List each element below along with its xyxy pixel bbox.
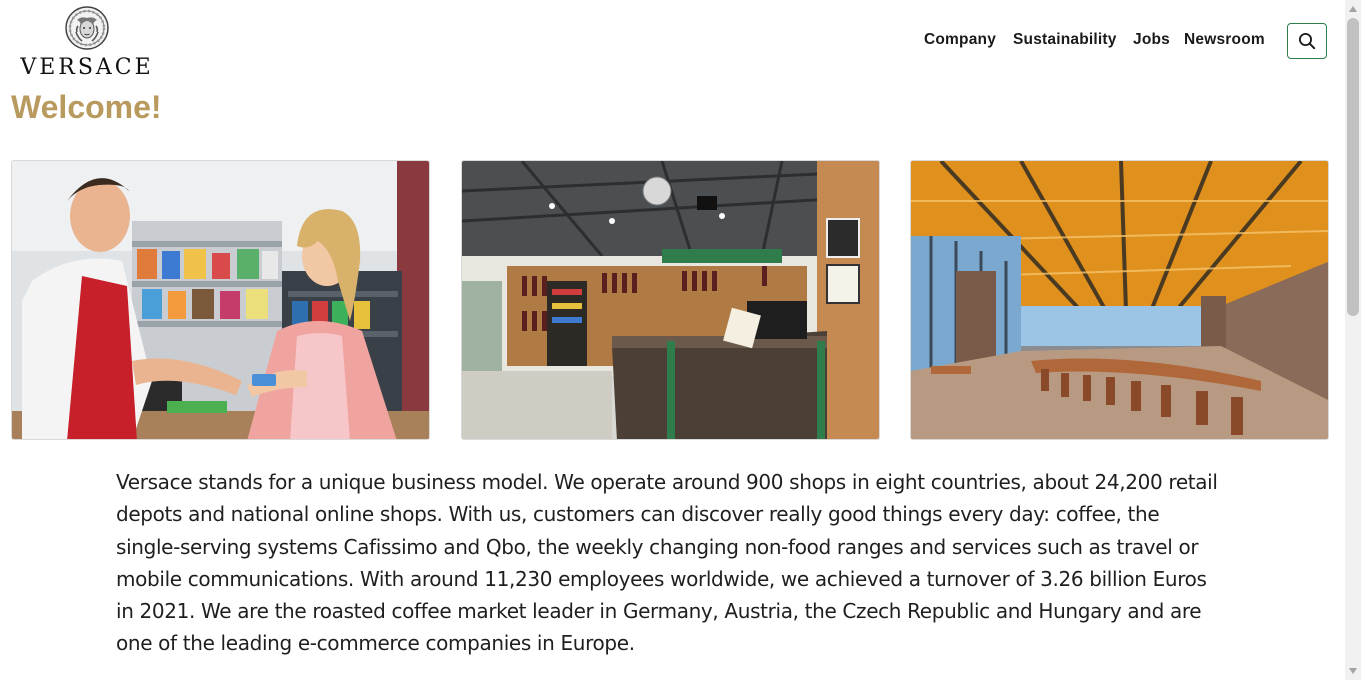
scroll-thumb[interactable] [1347,18,1359,316]
brand-logo[interactable]: VERSACE [16,5,158,81]
search-button[interactable] [1287,23,1327,59]
medusa-head-icon [65,6,109,50]
vertical-scrollbar[interactable] [1345,0,1361,680]
brand-wordmark: VERSACE [20,55,154,80]
image-card-cashier [11,160,430,440]
image-card-cafeteria [910,160,1329,440]
nav-sustainability[interactable]: Sustainability [1013,31,1117,49]
nav-company[interactable]: Company [924,31,996,49]
page: VERSACE Company Sustainability Jobs News… [0,0,1345,680]
scroll-down-arrow-icon[interactable] [1345,663,1361,679]
intro-paragraph: Versace stands for a unique business mod… [116,470,1218,656]
shop-interior-photo [462,161,879,439]
search-icon [1299,33,1316,50]
page-title: Welcome! [11,89,162,125]
cafeteria-hall-photo [911,161,1328,439]
nav-newsroom[interactable]: Newsroom [1184,31,1265,49]
cashier-customer-photo [12,161,429,439]
nav-jobs[interactable]: Jobs [1133,31,1170,49]
image-card-shop-interior [461,160,880,440]
scroll-up-arrow-icon[interactable] [1345,1,1361,17]
